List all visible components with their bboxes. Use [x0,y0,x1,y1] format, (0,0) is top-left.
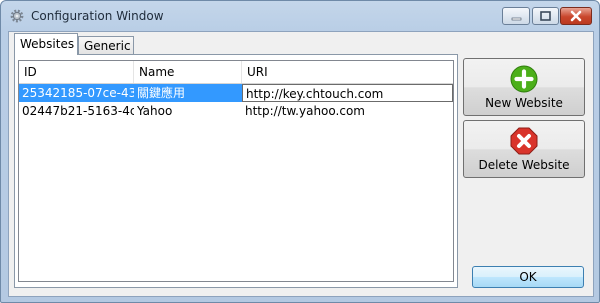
table-row[interactable]: 25342185-07ce-439 關鍵應用 http://key.chtouc… [19,84,453,102]
ok-button[interactable]: OK [472,266,584,288]
cell-name[interactable]: Yahoo [134,102,242,120]
cell-id[interactable]: 25342185-07ce-439 [19,84,134,102]
list-header: ID Name URI [19,61,453,84]
new-website-button[interactable]: New Website [463,58,585,116]
cell-id[interactable]: 02447b21-5163-4cb [19,102,134,120]
window-title: Configuration Window [31,9,164,23]
maximize-icon [540,11,551,21]
cell-uri-editor[interactable]: http://key.chtouch.com [242,84,453,102]
column-header-name[interactable]: Name [134,61,242,83]
delete-website-label: Delete Website [478,158,570,172]
column-header-uri[interactable]: URI [242,61,453,83]
cell-uri[interactable]: http://tw.yahoo.com [242,102,453,120]
configuration-window: Configuration Window Websites Generic ID… [0,0,600,303]
delete-website-button[interactable]: Delete Website [463,120,585,178]
x-octagon-icon [510,127,538,155]
maximize-button[interactable] [532,7,559,25]
tab-generic[interactable]: Generic [78,36,134,54]
websites-list[interactable]: ID Name URI 25342185-07ce-439 關鍵應用 http:… [18,60,454,282]
cell-name[interactable]: 關鍵應用 [134,84,242,102]
column-header-id[interactable]: ID [19,61,134,83]
title-bar[interactable]: Configuration Window [1,1,599,31]
tab-websites[interactable]: Websites [14,33,78,55]
plus-circle-icon [510,65,538,93]
websites-tab-panel: ID Name URI 25342185-07ce-439 關鍵應用 http:… [14,54,458,288]
client-area: Websites Generic ID Name URI 25342185-07… [8,31,594,297]
gear-icon [9,8,25,24]
minimize-button[interactable] [502,7,530,25]
close-button[interactable] [560,7,592,25]
minimize-icon [511,17,522,21]
table-row[interactable]: 02447b21-5163-4cb Yahoo http://tw.yahoo.… [19,102,453,120]
new-website-label: New Website [485,96,563,110]
close-icon [570,10,582,22]
